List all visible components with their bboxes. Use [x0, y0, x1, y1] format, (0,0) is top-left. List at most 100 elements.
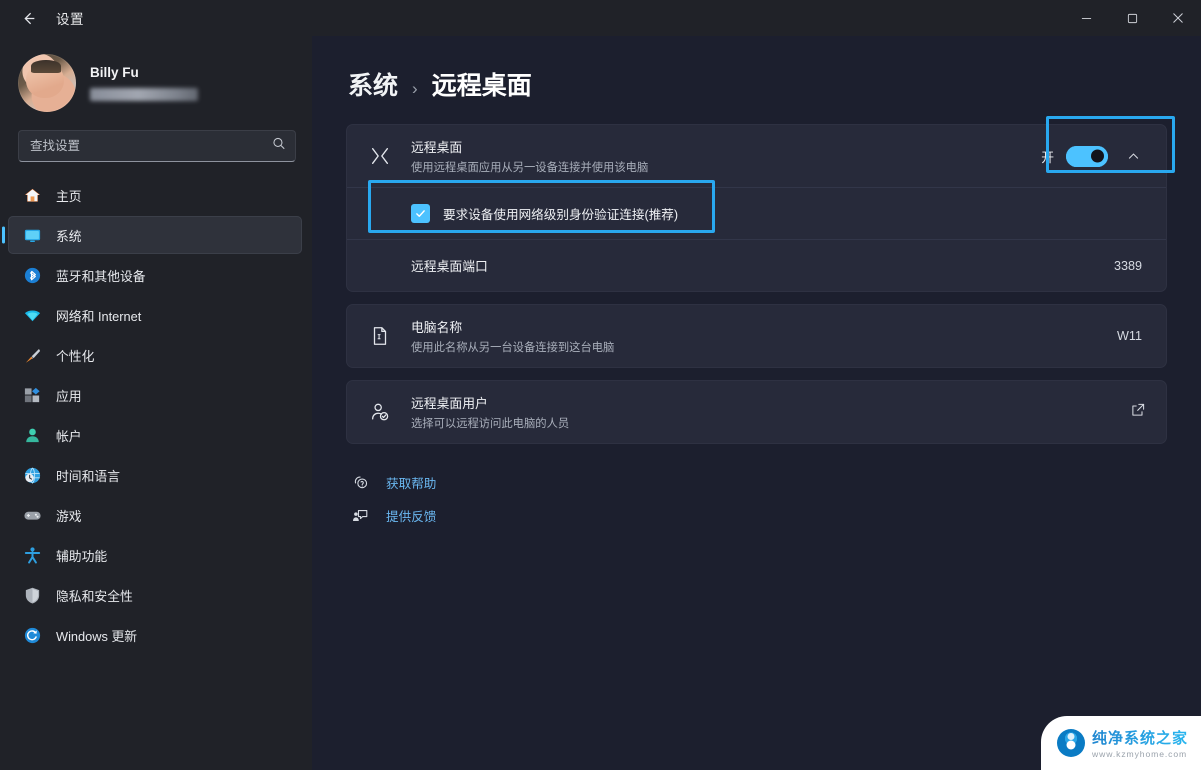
- toggle-knob: [1091, 149, 1104, 163]
- remote-desktop-toggle[interactable]: [1066, 145, 1108, 167]
- close-button[interactable]: [1155, 0, 1201, 36]
- sidebar-nav: 主页 系统 蓝牙和其他设备 网络和 Internet 个性化 应用 帐户 时间和…: [0, 172, 312, 762]
- update-refresh-icon: [22, 625, 42, 645]
- search-icon: [272, 137, 286, 156]
- nla-row: 要求设备使用网络级别身份验证连接(推荐): [347, 187, 1166, 239]
- computer-name-row[interactable]: 电脑名称 使用此名称从另一台设备连接到这台电脑 W11: [347, 305, 1166, 367]
- breadcrumb-root[interactable]: 系统: [348, 66, 398, 102]
- computer-name-card: 电脑名称 使用此名称从另一台设备连接到这台电脑 W11: [346, 304, 1167, 368]
- bluetooth-icon: [22, 265, 42, 285]
- remote-desktop-row[interactable]: 远程桌面 使用远程桌面应用从另一设备连接并使用该电脑 开: [347, 125, 1166, 187]
- give-feedback-label: 提供反馈: [386, 510, 437, 524]
- sidebar-item-label: 游戏: [56, 508, 82, 524]
- sidebar-item-label: 网络和 Internet: [56, 308, 142, 324]
- user-profile[interactable]: Billy Fu: [0, 36, 312, 126]
- computer-name-value: W11: [1117, 329, 1142, 343]
- settings-window: 设置 Billy Fu 查找设置 主页 系统 蓝牙和其他设备 网络和 Inter…: [0, 0, 1201, 770]
- search-wrapper: [0, 126, 312, 172]
- sidebar-item-gaming[interactable]: 游戏: [8, 496, 302, 534]
- profile-name: Billy Fu: [90, 65, 139, 80]
- remote-users-card: 远程桌面用户 选择可以远程访问此电脑的人员: [346, 380, 1167, 444]
- account-icon: [22, 425, 42, 445]
- computer-name-title: 电脑名称: [411, 320, 463, 335]
- search-input[interactable]: [19, 131, 295, 161]
- sidebar-item-label: 主页: [56, 188, 82, 204]
- sidebar-item-network[interactable]: 网络和 Internet: [8, 296, 302, 334]
- port-value: 3389: [1113, 258, 1142, 273]
- sidebar-item-system[interactable]: 系统: [8, 216, 302, 254]
- sidebar-item-accounts[interactable]: 帐户: [8, 416, 302, 454]
- remote-desktop-subtitle: 使用远程桌面应用从另一设备连接并使用该电脑: [411, 162, 649, 174]
- external-link-icon: [1130, 402, 1146, 423]
- watermark-text: 纯净系统之家 www.kzmyhome.com: [1092, 727, 1188, 759]
- sidebar-item-windows-update[interactable]: Windows 更新: [8, 616, 302, 654]
- chevron-up-icon[interactable]: [1120, 143, 1146, 169]
- sidebar-item-label: 应用: [56, 388, 82, 404]
- maximize-button[interactable]: [1109, 0, 1155, 36]
- help-links: 获取帮助 提供反馈: [346, 466, 1167, 532]
- port-row: 远程桌面端口 3389: [347, 239, 1166, 291]
- shield-icon: [22, 585, 42, 605]
- computer-name-subtitle: 使用此名称从另一台设备连接到这台电脑: [411, 342, 615, 354]
- home-icon: [22, 185, 42, 205]
- sidebar-item-bluetooth[interactable]: 蓝牙和其他设备: [8, 256, 302, 294]
- window-body: Billy Fu 查找设置 主页 系统 蓝牙和其他设备 网络和 Internet…: [0, 36, 1201, 770]
- profile-text: Billy Fu: [90, 65, 198, 101]
- paintbrush-icon: [22, 345, 42, 365]
- gamepad-icon: [22, 505, 42, 525]
- sidebar-item-accessibility[interactable]: 辅助功能: [8, 536, 302, 574]
- user-check-icon: [365, 401, 395, 423]
- watermark-logo-icon: [1057, 729, 1085, 757]
- wifi-icon: [22, 305, 42, 325]
- remote-desktop-title: 远程桌面: [411, 140, 463, 155]
- apps-icon: [22, 385, 42, 405]
- breadcrumb: 系统 › 远程桌面: [348, 66, 1167, 102]
- search-box[interactable]: [18, 130, 296, 162]
- back-button[interactable]: [8, 2, 48, 34]
- remote-desktop-text: 远程桌面 使用远程桌面应用从另一设备连接并使用该电脑: [411, 137, 1025, 175]
- sidebar: Billy Fu 查找设置 主页 系统 蓝牙和其他设备 网络和 Internet…: [0, 36, 312, 770]
- sidebar-item-label: 帐户: [56, 428, 82, 444]
- title-bar: 设置: [0, 0, 1201, 36]
- sidebar-item-apps[interactable]: 应用: [8, 376, 302, 414]
- nla-checkbox[interactable]: [411, 204, 430, 223]
- sidebar-item-label: 系统: [56, 228, 82, 244]
- watermark-title: 纯净系统之家: [1092, 727, 1188, 748]
- remote-users-subtitle: 选择可以远程访问此电脑的人员: [411, 418, 570, 430]
- toggle-state-label: 开: [1041, 149, 1054, 165]
- page-title: 远程桌面: [431, 72, 532, 100]
- sidebar-item-label: 个性化: [56, 348, 95, 364]
- system-monitor-icon: [22, 225, 42, 245]
- sidebar-item-home[interactable]: 主页: [8, 176, 302, 214]
- avatar: [18, 54, 76, 112]
- window-title: 设置: [56, 12, 84, 27]
- sidebar-item-time-language[interactable]: 时间和语言: [8, 456, 302, 494]
- sidebar-item-label: Windows 更新: [56, 628, 138, 644]
- get-help-label: 获取帮助: [386, 477, 437, 491]
- profile-email-masked: [90, 88, 198, 101]
- sidebar-item-label: 蓝牙和其他设备: [56, 268, 146, 284]
- remote-users-action[interactable]: [1130, 402, 1146, 423]
- sidebar-item-label: 隐私和安全性: [56, 588, 133, 604]
- clock-globe-icon: [22, 465, 42, 485]
- nla-checkbox-group[interactable]: 要求设备使用网络级别身份验证连接(推荐): [411, 204, 678, 223]
- remote-desktop-icon: [365, 145, 395, 167]
- remote-users-title: 远程桌面用户: [411, 396, 488, 411]
- sidebar-item-label: 辅助功能: [56, 548, 108, 564]
- give-feedback-link[interactable]: 提供反馈: [350, 499, 436, 532]
- remote-users-row[interactable]: 远程桌面用户 选择可以远程访问此电脑的人员: [347, 381, 1166, 443]
- port-text: 远程桌面端口: [411, 256, 1098, 275]
- sidebar-item-privacy-security[interactable]: 隐私和安全性: [8, 576, 302, 614]
- accessibility-icon: [22, 545, 42, 565]
- watermark: 纯净系统之家 www.kzmyhome.com: [1041, 716, 1201, 770]
- minimize-button[interactable]: [1063, 0, 1109, 36]
- remote-desktop-card: 远程桌面 使用远程桌面应用从另一设备连接并使用该电脑 开 要求设备使用网络级别身…: [346, 124, 1167, 292]
- breadcrumb-separator: ›: [412, 79, 418, 98]
- computer-name-text: 电脑名称 使用此名称从另一台设备连接到这台电脑: [411, 317, 1101, 355]
- remote-desktop-controls: 开: [1041, 143, 1146, 169]
- watermark-url: www.kzmyhome.com: [1092, 749, 1188, 759]
- remote-users-text: 远程桌面用户 选择可以远程访问此电脑的人员: [411, 393, 1114, 431]
- nla-label: 要求设备使用网络级别身份验证连接(推荐): [443, 208, 679, 222]
- sidebar-item-personalization[interactable]: 个性化: [8, 336, 302, 374]
- get-help-link[interactable]: 获取帮助: [350, 466, 436, 499]
